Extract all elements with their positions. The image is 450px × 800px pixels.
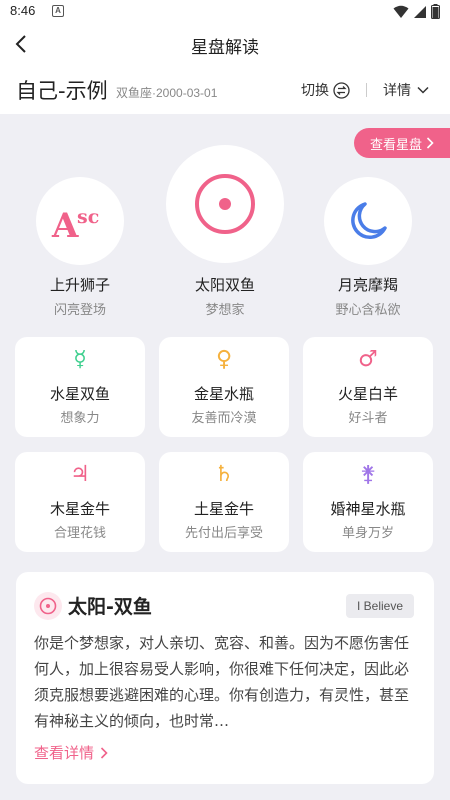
view-details-link[interactable]: 查看详情 — [34, 742, 108, 763]
reading-card: 太阳-双鱼 I Believe 你是个梦想家，对人亲切、宽容、和善。因为不愿伤害… — [16, 572, 434, 784]
view-chart-button[interactable]: 查看星盘 — [354, 128, 450, 158]
sun-title: 太阳双鱼 — [194, 276, 255, 294]
saturn-icon: ♄ — [214, 462, 234, 487]
planet-card-saturn[interactable]: ♄ 土星金牛 先付出后享受 — [159, 452, 289, 552]
nav-bar: 星盘解读 — [0, 22, 450, 66]
planet-title: 婚神星水瓶 — [330, 500, 406, 518]
planet-title: 木星金牛 — [49, 500, 110, 518]
venus-icon: ♀ — [215, 347, 233, 372]
ascendant-title: 上升狮子 — [49, 276, 110, 294]
planet-card-mercury[interactable]: ☿ 水星双鱼 想象力 — [15, 337, 145, 437]
reading-title: 太阳-双鱼 — [68, 596, 152, 618]
svg-text:sc: sc — [77, 206, 99, 228]
planet-subtitle: 想象力 — [60, 411, 100, 426]
sun-subtitle: 梦想家 — [205, 303, 245, 318]
detail-dropdown[interactable]: 详情 — [383, 80, 429, 100]
view-chart-label: 查看星盘 — [369, 137, 422, 153]
svg-text:A: A — [51, 206, 79, 243]
chevron-right-icon — [426, 137, 434, 149]
planet-subtitle: 单身万岁 — [341, 526, 394, 541]
planet-title: 土星金牛 — [193, 500, 254, 518]
planet-title: 水星双鱼 — [49, 385, 110, 403]
detail-label: 详情 — [383, 83, 411, 99]
juno-icon: ⚵ — [359, 462, 377, 487]
ascendant-subtitle: 闪亮登场 — [53, 303, 106, 318]
planet-card-jupiter[interactable]: ♃ 木星金牛 合理花钱 — [15, 452, 145, 552]
planet-subtitle: 友善而冷漠 — [191, 411, 257, 426]
ascendant-circle[interactable]: A sc — [36, 177, 124, 265]
planet-card-mars[interactable]: ♂ 火星白羊 好斗者 — [303, 337, 433, 437]
view-details-label: 查看详情 — [34, 744, 95, 762]
wifi-icon — [393, 5, 409, 18]
jupiter-icon: ♃ — [70, 462, 90, 487]
battery-icon — [431, 4, 440, 19]
planet-card-juno[interactable]: ⚵ 婚神星水瓶 单身万岁 — [303, 452, 433, 552]
header-divider — [366, 83, 367, 97]
status-icons — [393, 4, 440, 19]
swap-icon — [333, 81, 350, 99]
reading-body: 你是个梦想家，对人亲切、宽容、和善。因为不愿伤害任何人，加上很容易受人影响，你很… — [34, 634, 410, 730]
main-content: 查看星盘 A sc 上升狮子 闪亮登场 太阳双鱼 梦想家 月亮摩羯 野心含私欲 … — [0, 114, 450, 800]
planet-subtitle: 好斗者 — [348, 411, 388, 426]
believe-tag[interactable]: I Believe — [346, 594, 414, 618]
sim-icon: A — [52, 5, 64, 17]
planet-card-venus[interactable]: ♀ 金星水瓶 友善而冷漠 — [159, 337, 289, 437]
switch-label: 切换 — [301, 83, 329, 99]
chevron-right-icon — [100, 746, 108, 759]
switch-button[interactable]: 切换 — [301, 80, 350, 100]
moon-title: 月亮摩羯 — [337, 276, 398, 294]
sun-badge-icon — [34, 592, 62, 620]
planet-subtitle: 先付出后享受 — [184, 526, 263, 541]
signal-icon — [414, 5, 426, 18]
mars-icon: ♂ — [358, 347, 378, 372]
planet-subtitle: 合理花钱 — [53, 526, 106, 541]
moon-subtitle: 野心含私欲 — [335, 303, 401, 318]
sun-circle[interactable] — [166, 145, 284, 263]
sun-icon — [195, 174, 255, 234]
mercury-icon: ☿ — [73, 347, 87, 372]
planet-title: 火星白羊 — [337, 385, 398, 403]
status-time: 8:46 — [10, 3, 36, 18]
chevron-down-icon — [417, 86, 429, 94]
status-bar: 8:46 A — [0, 0, 450, 22]
moon-circle[interactable] — [324, 177, 412, 265]
profile-name: 自己-示例 — [16, 79, 108, 103]
profile-header: 自己-示例 双鱼座·2000-03-01 切换 详情 — [0, 66, 450, 114]
page-title: 星盘解读 — [191, 38, 259, 58]
planet-title: 金星水瓶 — [193, 385, 254, 403]
moon-icon — [351, 202, 387, 239]
ascendant-icon: A sc — [51, 206, 99, 243]
profile-sign-date: 双鱼座·2000-03-01 — [116, 86, 218, 100]
